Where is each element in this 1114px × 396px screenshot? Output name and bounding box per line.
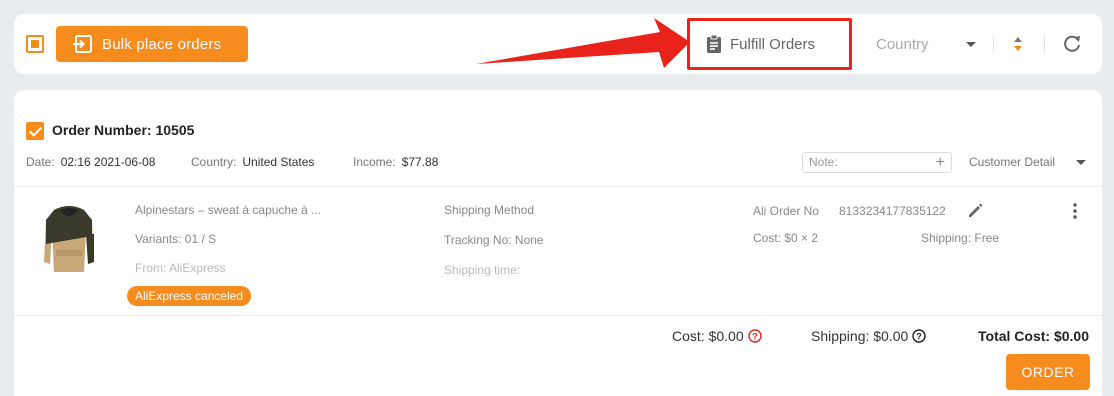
shipping-time: Shipping time: [444, 263, 521, 277]
ali-order-number: 8133234177835122 [839, 204, 946, 218]
customer-detail-label: Customer Detail [969, 155, 1056, 169]
bulk-place-orders-button[interactable]: Bulk place orders [56, 26, 248, 62]
income-key: Income: [353, 155, 396, 169]
divider [1044, 36, 1045, 52]
fulfill-orders-button[interactable]: Fulfill Orders [687, 18, 852, 70]
status-badge: AliExpress canceled [127, 286, 252, 306]
sort-icon[interactable] [1012, 34, 1024, 54]
order-checkbox[interactable] [26, 122, 44, 140]
country-select-value: Country [876, 35, 929, 53]
order-country: Country: United States [191, 155, 314, 169]
help-icon[interactable]: ? [747, 329, 762, 343]
svg-text:?: ? [752, 332, 758, 342]
tracking-number: Tracking No: None [444, 233, 544, 247]
item-cost: Cost: $0 × 2 [753, 231, 819, 245]
help-icon[interactable]: ? [912, 329, 927, 343]
refresh-icon[interactable] [1061, 33, 1083, 55]
income-value: $77.88 [401, 155, 439, 169]
plus-icon[interactable]: + [936, 153, 945, 172]
summary-shipping-value: Shipping: $0.00 [811, 328, 909, 344]
country-key: Country: [191, 155, 237, 169]
fulfill-orders-label: Fulfill Orders [730, 35, 816, 53]
product-title[interactable]: Alpinestars – sweat à capuche à ... [135, 203, 321, 217]
summary-cost: Cost: $0.00 ? [672, 328, 762, 344]
select-all-checkbox[interactable] [26, 35, 44, 53]
note-input[interactable]: Note: + [802, 152, 952, 173]
order-date: Date: 02:16 2021-06-08 [26, 155, 155, 169]
country-select[interactable]: Country [876, 34, 976, 54]
summary-cost-value: Cost: $0.00 [672, 328, 744, 344]
date-value: 02:16 2021-06-08 [60, 155, 156, 169]
divider [14, 186, 1102, 187]
shipping-method[interactable]: Shipping Method [444, 203, 534, 217]
bulk-place-orders-label: Bulk place orders [102, 35, 222, 53]
order-income: Income: $77.88 [353, 155, 438, 169]
order-number: Order Number: 10505 [52, 122, 195, 138]
svg-text:?: ? [917, 332, 923, 342]
item-shipping: Shipping: Free [921, 231, 1000, 245]
product-image[interactable] [34, 200, 104, 280]
pencil-icon[interactable] [966, 202, 984, 220]
order-card: Order Number: 10505 Date: 02:16 2021-06-0… [14, 90, 1102, 396]
product-source: From: AliExpress [135, 261, 226, 275]
chevron-down-icon [966, 41, 976, 47]
import-icon [73, 35, 92, 53]
divider [993, 36, 994, 52]
toolbar: Bulk place orders Fulfill Orders Country [14, 14, 1102, 74]
ali-order-label: Ali Order No [753, 204, 820, 218]
country-value: United States [242, 155, 315, 169]
more-vertical-icon[interactable] [1068, 202, 1082, 220]
total-cost: Total Cost: $0.00 [978, 328, 1089, 344]
order-button[interactable]: ORDER [1006, 354, 1090, 390]
summary-shipping: Shipping: $0.00 ? [811, 328, 927, 344]
clipboard-icon [707, 34, 721, 53]
chevron-down-icon [1076, 159, 1086, 165]
product-variants: Variants: 01 / S [135, 232, 217, 246]
divider [14, 315, 1102, 316]
customer-detail-toggle[interactable]: Customer Detail [969, 155, 1086, 169]
date-key: Date: [26, 155, 55, 169]
note-placeholder: Note: [809, 155, 838, 169]
